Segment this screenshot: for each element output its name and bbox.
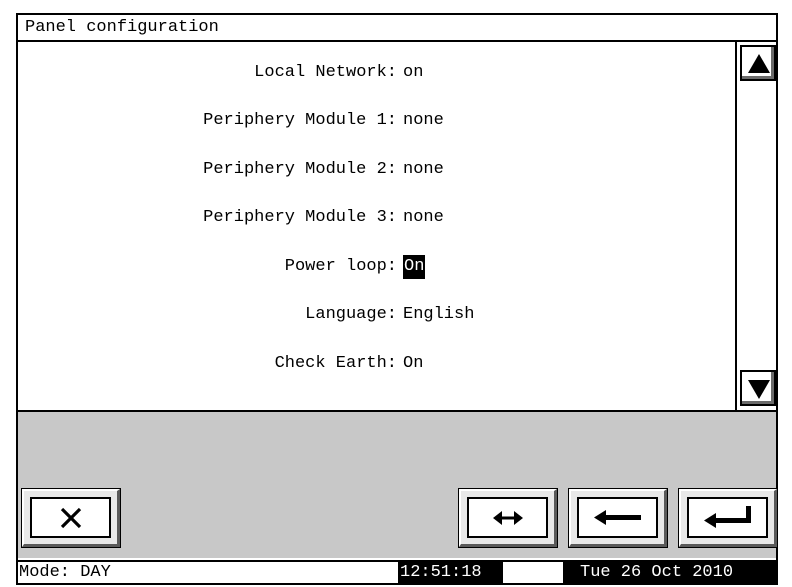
- enter-button[interactable]: [679, 489, 777, 547]
- setting-value[interactable]: English: [403, 303, 474, 327]
- setting-label: Power loop:: [284, 257, 397, 276]
- setting-label: Periphery Module 1:: [203, 111, 397, 130]
- setting-row-periphery-module-3[interactable]: Periphery Module 3: none: [18, 206, 735, 230]
- setting-label: Periphery Module 3:: [203, 208, 397, 227]
- x-icon: [60, 507, 81, 528]
- setting-row-periphery-module-1[interactable]: Periphery Module 1: none: [18, 109, 735, 133]
- button-face: [467, 497, 548, 538]
- enter-return-icon: [703, 505, 751, 528]
- setting-label: Periphery Module 2:: [203, 160, 397, 179]
- left-right-arrow-icon: [492, 510, 523, 525]
- setting-row-language[interactable]: Language: English: [18, 303, 735, 327]
- button-face: [687, 497, 768, 538]
- setting-label: Language:: [305, 305, 397, 324]
- setting-value[interactable]: none: [403, 158, 444, 182]
- button-face: [30, 497, 111, 538]
- clock-date: Tue 26 Oct 2010: [563, 562, 776, 583]
- clock-time: 12:51:18: [398, 562, 503, 583]
- setting-label: Check Earth:: [274, 354, 397, 373]
- back-button[interactable]: [569, 489, 667, 547]
- left-arrow-icon: [593, 509, 641, 525]
- settings-list: Local Network: on Periphery Module 1: no…: [18, 42, 735, 410]
- swap-button[interactable]: [459, 489, 557, 547]
- scroll-down-button[interactable]: [740, 370, 776, 406]
- triangle-up-icon: [748, 54, 770, 73]
- setting-row-periphery-module-2[interactable]: Periphery Module 2: none: [18, 158, 735, 182]
- setting-value-selected[interactable]: On: [403, 255, 426, 279]
- setting-value[interactable]: none: [403, 206, 444, 230]
- button-face: [577, 497, 658, 538]
- setting-value[interactable]: none: [403, 109, 444, 133]
- setting-row-power-loop[interactable]: Power loop: On: [18, 255, 735, 279]
- panel-window: Panel configuration Local Network: on Pe…: [16, 13, 778, 585]
- scroll-up-button[interactable]: [740, 45, 776, 81]
- cancel-button[interactable]: [22, 489, 120, 547]
- scrollbar[interactable]: [735, 42, 776, 410]
- triangle-down-icon: [748, 380, 770, 399]
- setting-label: Local Network:: [254, 63, 397, 82]
- status-bar: Mode: DAY 12:51:18 Tue 26 Oct 2010: [18, 560, 776, 583]
- setting-row-check-earth[interactable]: Check Earth: On: [18, 352, 735, 376]
- button-area: [18, 410, 777, 558]
- setting-row-local-network[interactable]: Local Network: on: [18, 61, 735, 85]
- setting-value[interactable]: On: [403, 352, 423, 376]
- setting-value[interactable]: on: [403, 61, 423, 85]
- mode-indicator: Mode: DAY: [19, 563, 111, 582]
- window-title: Panel configuration: [18, 15, 776, 42]
